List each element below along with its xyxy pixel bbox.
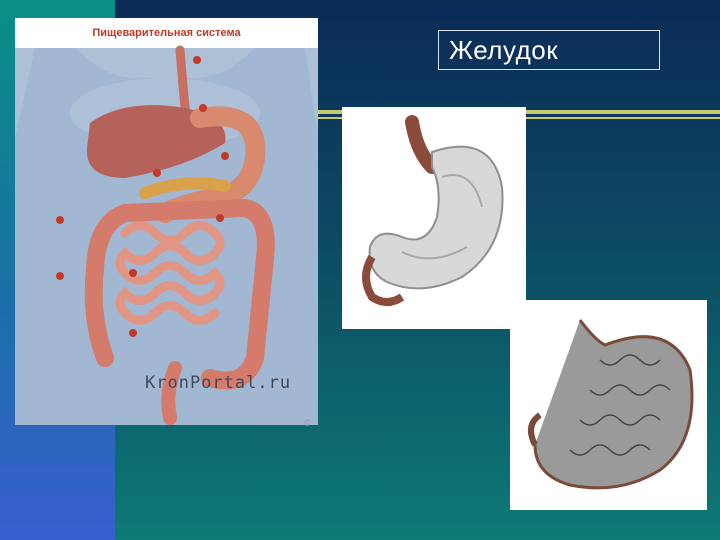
slide-title: Желудок	[438, 30, 660, 70]
watermark: KronPortal.ru	[145, 373, 292, 393]
digestive-system-poster: Пищеварительная система KronPortal.ru	[15, 18, 318, 425]
digestive-organs-illustration	[15, 45, 318, 425]
stomach-external-drawing	[362, 115, 504, 306]
copyright-mark: ©	[304, 418, 311, 428]
stomach-internal-illustration	[510, 300, 707, 510]
stomach-internal-drawing	[528, 319, 694, 490]
stomach-external-illustration	[342, 107, 526, 329]
